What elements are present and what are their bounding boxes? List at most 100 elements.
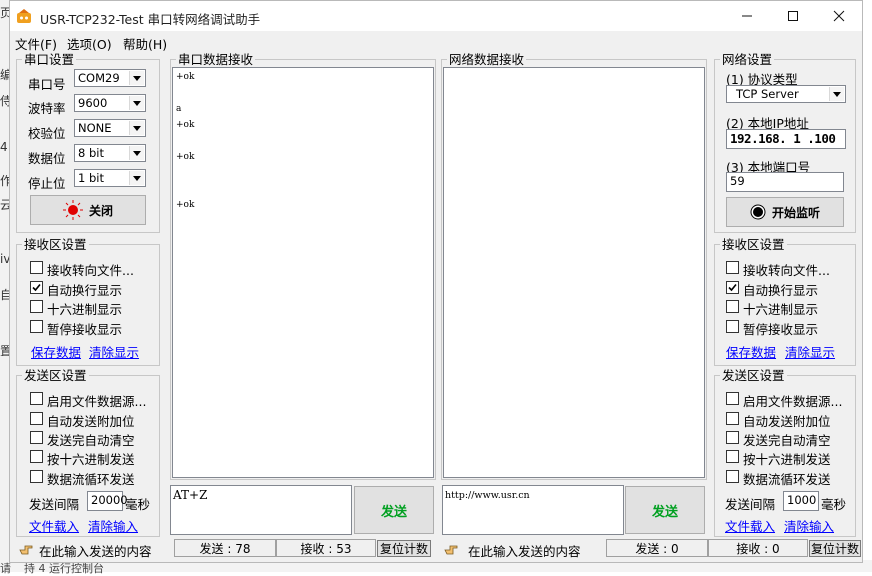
chevron-down-icon <box>129 146 144 160</box>
minimize-button[interactable] <box>724 1 770 31</box>
chevron-down-icon <box>129 71 144 85</box>
rx-line: +ok <box>176 120 195 130</box>
left-reset-count-button[interactable]: 复位计数 <box>377 540 431 557</box>
right-send-count-text: 发送 : 0 <box>635 541 679 556</box>
right-recv-count: 接收 : 0 <box>708 539 808 557</box>
left-reset-label: 复位计数 <box>379 542 428 556</box>
stopbits-select[interactable]: 1 bit <box>74 169 146 187</box>
clear-display-link[interactable]: 清除显示 <box>785 342 835 361</box>
send-interval-unit: 毫秒 <box>125 497 151 512</box>
port-label: 串口号 <box>28 77 66 92</box>
save-data-link[interactable]: 保存数据 <box>31 342 81 361</box>
checkbox[interactable] <box>30 412 43 425</box>
checkbox-label: 自动发送附加位 <box>47 414 135 429</box>
serial-send-button[interactable]: 发送 <box>354 486 434 534</box>
clear-input-link[interactable]: 清除输入 <box>784 516 834 535</box>
checkbox[interactable] <box>726 470 739 483</box>
network-send-button[interactable]: 发送 <box>625 486 705 534</box>
checkbox[interactable] <box>30 450 43 463</box>
send-interval-input[interactable]: 20000 <box>87 491 128 511</box>
serial-send-input[interactable]: AT+Z <box>170 485 352 535</box>
right-reset-count-button[interactable]: 复位计数 <box>809 540 861 557</box>
checkbox[interactable] <box>726 261 739 274</box>
local-port-value: 59 <box>730 174 745 188</box>
clear-display-link[interactable]: 清除显示 <box>89 342 139 361</box>
checkbox-label: 按十六进制发送 <box>47 452 135 467</box>
title-bar[interactable]: USR-TCP232-Test 串口转网络调试助手 <box>10 1 862 31</box>
pointing-hand-icon <box>444 545 458 555</box>
checkbox[interactable] <box>30 392 43 405</box>
network-send-text: http://www.usr.cn <box>445 490 530 501</box>
checkbox-label: 发送完自动清空 <box>743 433 831 448</box>
network-send-input[interactable]: http://www.usr.cn <box>442 485 624 535</box>
red-indicator-icon <box>62 200 83 220</box>
close-port-button[interactable]: 关闭 <box>30 195 146 225</box>
checkbox[interactable] <box>726 281 739 294</box>
checkbox-label: 自动换行显示 <box>47 283 123 298</box>
network-receive-area[interactable] <box>443 67 705 478</box>
left-send-settings-legend: 发送区设置 <box>24 368 87 383</box>
close-port-label: 关闭 <box>88 203 113 218</box>
right-send-count: 发送 : 0 <box>606 539 708 557</box>
serial-receive-area[interactable]: +ok a +ok +ok +ok <box>172 67 434 478</box>
checkbox[interactable] <box>30 281 43 294</box>
checkbox[interactable] <box>30 320 43 333</box>
protocol-value: TCP Server <box>736 87 799 101</box>
checkbox[interactable] <box>726 412 739 425</box>
port-value: COM29 <box>78 71 120 85</box>
send-interval-input[interactable]: 1000 <box>783 491 819 511</box>
menu-options[interactable]: 选项(O) <box>67 34 112 53</box>
checkbox[interactable] <box>726 431 739 444</box>
start-listen-label: 开始监听 <box>771 205 820 220</box>
checkbox-label: 发送完自动清空 <box>47 433 135 448</box>
local-ip-input[interactable]: 192.168. 1 .100 <box>726 129 846 149</box>
pointing-hand-icon <box>19 545 33 555</box>
stopbits-label: 停止位 <box>28 176 66 191</box>
rx-line: a <box>176 104 182 114</box>
port-select[interactable]: COM29 <box>74 69 146 87</box>
right-reset-label: 复位计数 <box>810 542 859 556</box>
checkbox[interactable] <box>726 392 739 405</box>
baud-select[interactable]: 9600 <box>74 94 146 112</box>
right-send-settings-legend: 发送区设置 <box>722 368 785 383</box>
rx-line: +ok <box>176 200 195 210</box>
chevron-down-icon <box>829 87 844 101</box>
chevron-down-icon <box>129 121 144 135</box>
clear-input-link[interactable]: 清除输入 <box>88 516 138 535</box>
save-data-link[interactable]: 保存数据 <box>726 342 776 361</box>
checkbox-label: 暂停接收显示 <box>47 322 123 337</box>
check-icon <box>32 283 41 292</box>
checkbox[interactable] <box>30 261 43 274</box>
checkbox-label: 接收转向文件... <box>47 263 134 278</box>
load-file-link[interactable]: 文件载入 <box>29 516 79 535</box>
local-port-input[interactable]: 59 <box>726 172 844 192</box>
checkbox[interactable] <box>726 320 739 333</box>
parity-value: NONE <box>78 121 112 135</box>
protocol-select[interactable]: TCP Server <box>726 85 846 103</box>
checkbox-label: 数据流循环发送 <box>47 472 135 487</box>
load-file-link[interactable]: 文件载入 <box>725 516 775 535</box>
left-send-count-text: 发送 : 78 <box>199 541 251 556</box>
checkbox[interactable] <box>30 300 43 313</box>
start-listen-button[interactable]: 开始监听 <box>726 197 844 227</box>
checkbox[interactable] <box>726 300 739 313</box>
network-send-label: 发送 <box>651 504 678 520</box>
checkbox[interactable] <box>30 470 43 483</box>
databits-select[interactable]: 8 bit <box>74 144 146 162</box>
checkbox[interactable] <box>726 450 739 463</box>
menu-file[interactable]: 文件(F) <box>15 34 57 53</box>
parity-select[interactable]: NONE <box>74 119 146 137</box>
maximize-icon <box>788 11 798 21</box>
checkbox-label: 接收转向文件... <box>743 263 830 278</box>
chevron-down-icon <box>129 96 144 110</box>
check-icon <box>728 283 737 292</box>
parity-label: 校验位 <box>28 126 66 141</box>
left-recv-count: 接收 : 53 <box>276 539 376 557</box>
checkbox[interactable] <box>30 431 43 444</box>
close-button[interactable] <box>816 1 862 31</box>
send-interval-label: 发送间隔 <box>29 497 80 512</box>
databits-label: 数据位 <box>28 151 66 166</box>
app-icon <box>17 9 31 23</box>
maximize-button[interactable] <box>770 1 816 31</box>
menu-help[interactable]: 帮助(H) <box>123 34 167 53</box>
